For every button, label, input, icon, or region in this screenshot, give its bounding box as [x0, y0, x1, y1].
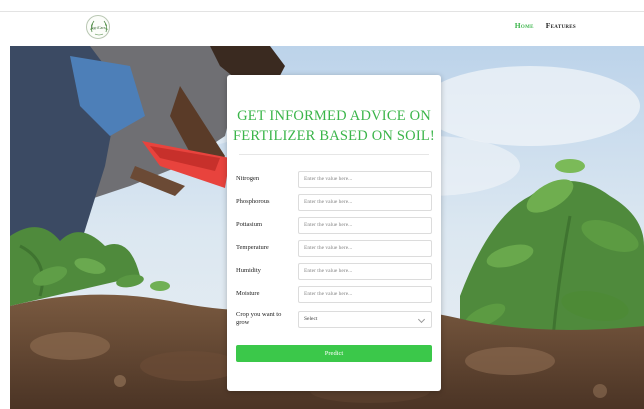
crop-select-value: Select — [304, 316, 318, 322]
top-strip — [0, 0, 644, 12]
temperature-label: Temperature — [236, 244, 269, 251]
predict-button[interactable]: Predict — [236, 345, 432, 362]
field-row-nitrogen: Nitrogen Enter the value here... — [236, 171, 432, 188]
form-title: GET INFORMED ADVICE ON FERTILIZER BASED … — [227, 106, 441, 146]
crop-label-line-1: Crop you want to — [236, 311, 282, 318]
moisture-label: Moisture — [236, 290, 260, 297]
form-title-line-2: FERTILIZER BASED ON SOIL! — [233, 128, 435, 144]
fertilizer-form-card: GET INFORMED ADVICE ON FERTILIZER BASED … — [227, 75, 441, 391]
nav-links: Home Features — [515, 21, 576, 30]
nav-features[interactable]: Features — [546, 21, 576, 30]
logo[interactable]: AgriCare — [86, 15, 110, 39]
pottasium-input[interactable]: Enter the value here... — [298, 217, 432, 234]
phosphorous-input[interactable]: Enter the value here... — [298, 194, 432, 211]
nitrogen-input[interactable]: Enter the value here... — [298, 171, 432, 188]
phosphorous-label: Phosphorous — [236, 198, 270, 205]
field-row-temperature: Temperature Enter the value here... — [236, 240, 432, 257]
nav-home[interactable]: Home — [515, 21, 534, 30]
title-divider — [239, 154, 429, 155]
pottasium-label: Pottasium — [236, 221, 263, 228]
chevron-down-icon — [417, 315, 426, 324]
nitrogen-label: Nitrogen — [236, 175, 260, 182]
crop-label: Crop you want to grow — [236, 311, 281, 327]
humidity-label: Humidity — [236, 267, 261, 274]
field-row-crop: Crop you want to grow Select — [236, 311, 432, 328]
field-row-pottasium: Pottasium Enter the value here... — [236, 217, 432, 234]
logo-text: AgriCare — [90, 24, 106, 30]
moisture-input[interactable]: Enter the value here... — [298, 286, 432, 303]
navbar: AgriCare Home Features — [0, 12, 644, 46]
temperature-input[interactable]: Enter the value here... — [298, 240, 432, 257]
crop-label-line-2: grow — [236, 319, 250, 326]
field-row-humidity: Humidity Enter the value here... — [236, 263, 432, 280]
humidity-input[interactable]: Enter the value here... — [298, 263, 432, 280]
form-title-line-1: GET INFORMED ADVICE ON — [237, 108, 431, 124]
crop-select[interactable]: Select — [298, 311, 432, 328]
field-row-phosphorous: Phosphorous Enter the value here... — [236, 194, 432, 211]
field-row-moisture: Moisture Enter the value here... — [236, 286, 432, 303]
